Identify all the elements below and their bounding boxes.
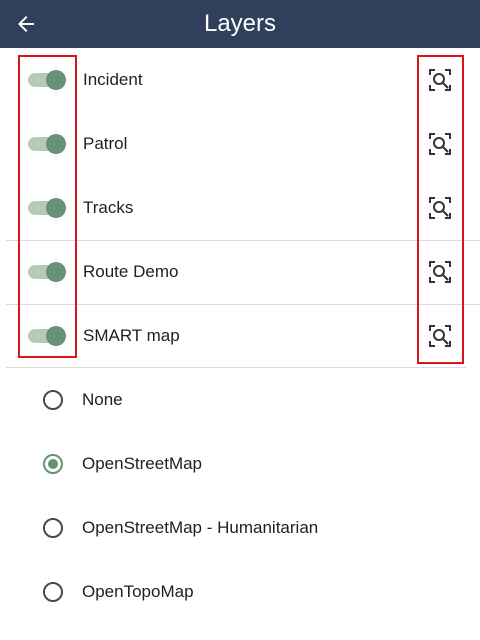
radio-button[interactable] (43, 582, 63, 602)
radio-dot (48, 459, 58, 469)
zoom-to-layer-icon (429, 133, 451, 155)
zoom-to-layer-button-patrol[interactable] (426, 130, 454, 158)
layers-screen: Layers Incident Patrol Tracks Route Demo… (0, 0, 480, 640)
layer-label: SMART map (83, 326, 180, 345)
radio-button[interactable] (43, 390, 63, 410)
page-title: Layers (203, 10, 277, 37)
zoom-to-layer-icon (429, 261, 451, 283)
radio-label: OpenTopoMap (82, 582, 194, 601)
zoom-to-layer-icon (429, 69, 451, 91)
app-bar: Layers (0, 0, 480, 48)
zoom-to-layer-button-smart-map[interactable] (426, 322, 454, 350)
layer-toggle-tracks[interactable] (28, 198, 66, 218)
zoom-to-layer-icon (429, 325, 451, 347)
zoom-to-layer-button-incident[interactable] (426, 66, 454, 94)
toggle-thumb (46, 198, 66, 218)
layer-label: Route Demo (83, 262, 179, 281)
basemap-option-openstreetmap-humanitarian[interactable]: OpenStreetMap - Humanitarian (0, 496, 480, 560)
row-divider (6, 304, 480, 305)
layer-label: Incident (83, 70, 143, 89)
zoom-to-layer-icon (429, 197, 451, 219)
row-divider (6, 240, 480, 241)
basemap-option-none[interactable]: None (0, 368, 480, 432)
radio-button[interactable] (43, 518, 63, 538)
basemap-option-opentopomap[interactable]: OpenTopoMap (0, 560, 480, 624)
toggle-thumb (46, 70, 66, 90)
layer-row-tracks: Tracks (0, 176, 480, 240)
toggle-thumb (46, 134, 66, 154)
layer-toggle-incident[interactable] (28, 70, 66, 90)
zoom-to-layer-button-tracks[interactable] (426, 194, 454, 222)
layer-label: Patrol (83, 134, 128, 153)
layer-label: Tracks (83, 198, 134, 217)
radio-button[interactable] (43, 454, 63, 474)
layer-row-smart-map: SMART map (0, 304, 480, 368)
zoom-to-layer-button-route-demo[interactable] (426, 258, 454, 286)
toggle-thumb (46, 326, 66, 346)
layer-toggle-patrol[interactable] (28, 134, 66, 154)
layer-row-incident: Incident (0, 48, 480, 112)
toggle-thumb (46, 262, 66, 282)
radio-label: OpenStreetMap (82, 454, 203, 473)
basemap-radio-group: None OpenStreetMap OpenStreetMap - Human… (0, 368, 480, 624)
layer-toggle-smart-map[interactable] (28, 326, 66, 346)
layer-row-route-demo: Route Demo (0, 240, 480, 304)
layer-list: Incident Patrol Tracks Route Demo SMART … (0, 48, 480, 368)
radio-label: OpenStreetMap - Humanitarian (82, 518, 319, 537)
layer-toggle-route-demo[interactable] (28, 262, 66, 282)
basemap-option-openstreetmap[interactable]: OpenStreetMap (0, 432, 480, 496)
layer-row-patrol: Patrol (0, 112, 480, 176)
radio-label: None (82, 390, 123, 409)
